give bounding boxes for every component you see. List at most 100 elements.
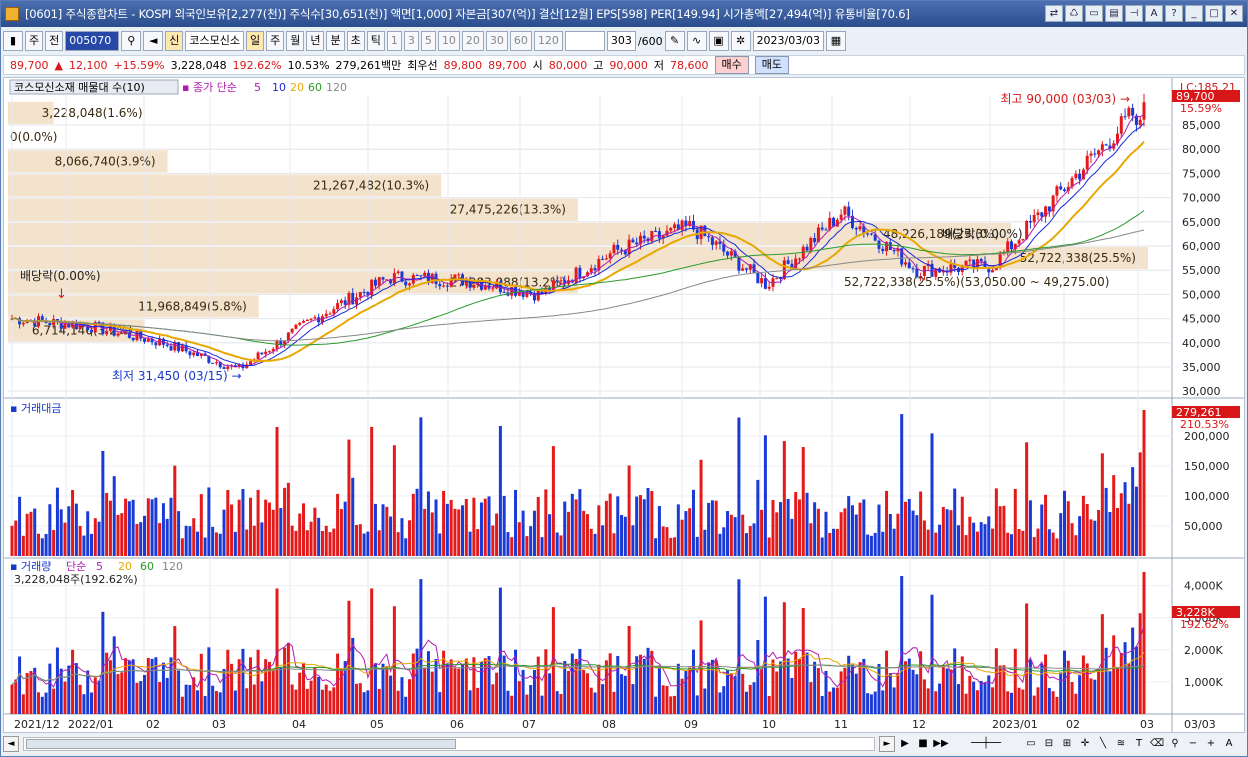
zoom-slider[interactable]: ──┼── (951, 736, 1021, 752)
volume-bar (408, 679, 412, 714)
scroll-thumb[interactable] (26, 739, 456, 749)
volume-bar (377, 688, 381, 714)
calendar-icon[interactable]: ▦ (825, 31, 846, 51)
indicator-icon[interactable]: ∿ (686, 31, 707, 51)
bar-count-input[interactable]: 303 (606, 31, 636, 51)
amount-bar (938, 524, 942, 556)
font-size-icon[interactable]: A (1221, 736, 1237, 752)
volume-bar (1078, 675, 1082, 714)
period-week[interactable]: 주 (266, 31, 285, 51)
price-tick-label: 80,000 (1182, 143, 1221, 156)
font-icon[interactable]: A (1145, 5, 1163, 22)
amount-bar (915, 515, 919, 556)
interval-custom-input[interactable] (564, 31, 605, 51)
volume-bar (203, 696, 207, 714)
maximize-button[interactable]: □ (1205, 5, 1223, 22)
period-second[interactable]: 초 (346, 31, 365, 51)
candle-body (188, 351, 192, 356)
chart-area[interactable]: 3,228,048(1.6%) 0(0.0%) 8,066,740(3.9%) 21,… (3, 77, 1245, 733)
prev-button[interactable]: 전 (45, 31, 64, 51)
amount-bar (680, 519, 684, 556)
candle-body (979, 259, 983, 262)
pin-icon[interactable]: ⊣ (1125, 5, 1143, 22)
speaker-icon[interactable]: ◄ (143, 31, 164, 51)
amount-bar (449, 499, 453, 556)
buy-button[interactable]: 매수 (714, 56, 749, 74)
fast-forward-icon[interactable]: ▶▶ (933, 736, 949, 752)
amount-bar (930, 433, 934, 556)
period-year[interactable]: 년 (306, 31, 325, 51)
line-icon[interactable]: ╲ (1095, 736, 1111, 752)
search-icon[interactable]: ⚲ (121, 31, 142, 51)
scroll-track[interactable] (23, 737, 875, 751)
minus-icon[interactable]: − (1185, 736, 1201, 752)
volume-bar (252, 684, 256, 714)
save-icon[interactable]: ▣ (708, 31, 729, 51)
volume-bar (972, 681, 976, 714)
volume-bar (71, 649, 75, 714)
interval-10[interactable]: 10 (437, 31, 460, 51)
period-tick[interactable]: 틱 (366, 31, 385, 51)
period-minute[interactable]: 분 (326, 31, 345, 51)
amount-bar (782, 441, 786, 556)
amount-bar (790, 518, 794, 556)
amount-bar (975, 531, 979, 556)
window-icon[interactable]: ▭ (1085, 5, 1103, 22)
interval-1[interactable]: 1 (386, 31, 402, 51)
interval-30[interactable]: 30 (485, 31, 508, 51)
period-month[interactable]: 월 (286, 31, 305, 51)
period-day[interactable]: 일 (245, 31, 265, 51)
stop-icon[interactable]: ■ (915, 736, 931, 752)
amount-bar (1044, 494, 1048, 556)
zoom-out-icon[interactable]: ⚲ (1167, 736, 1183, 752)
sell-button[interactable]: 매도 (754, 56, 790, 74)
price-tick-label: 65,000 (1182, 216, 1221, 229)
ma-period: 60 (308, 81, 322, 94)
scroll-right-button[interactable]: ► (879, 736, 895, 752)
print-icon[interactable]: ▤ (1105, 5, 1123, 22)
interval-20[interactable]: 20 (461, 31, 484, 51)
volume-bar (1055, 696, 1059, 714)
stock-name-field[interactable]: 코스모신소 (185, 31, 244, 51)
scroll-left-button[interactable]: ◄ (3, 736, 19, 752)
amount-bar (960, 496, 964, 556)
crosshair-icon[interactable]: ✛ (1077, 736, 1093, 752)
plus-icon[interactable]: + (1203, 736, 1219, 752)
date-input[interactable]: 2023/03/03 (752, 31, 824, 51)
interval-60[interactable]: 60 (509, 31, 532, 51)
help-icon[interactable]: ? (1165, 5, 1183, 22)
interval-120[interactable]: 120 (533, 31, 563, 51)
amount-bar (457, 509, 461, 556)
chart-type-icon[interactable]: ▮ (3, 31, 23, 51)
amount-bar (813, 502, 817, 556)
amount-bar (67, 506, 71, 556)
erase-icon[interactable]: ⌫ (1149, 736, 1165, 752)
fib-icon[interactable]: ≋ (1113, 736, 1129, 752)
play-icon[interactable]: ▶ (897, 736, 913, 752)
amount-bar (1138, 452, 1142, 556)
amount-bar (408, 520, 412, 556)
lock-icon[interactable]: ♺ (1065, 5, 1083, 22)
interval-5[interactable]: 5 (420, 31, 436, 51)
amount-bar (1097, 510, 1101, 556)
amount-bar (370, 426, 374, 556)
volume-title: ▪ 거래량 (10, 560, 51, 573)
candle-body (710, 237, 714, 245)
split-icon[interactable]: ⊟ (1041, 736, 1057, 752)
amount-bar (400, 518, 404, 556)
link-icon[interactable]: ⇄ (1045, 5, 1063, 22)
layout-icon[interactable]: ▭ (1023, 736, 1039, 752)
stock-code-input[interactable]: 005070 (65, 31, 120, 51)
bar-count-total: /600 (637, 34, 663, 48)
close-button[interactable]: ✕ (1225, 5, 1243, 22)
draw-tool-icon[interactable]: ✎ (664, 31, 685, 51)
settings-icon[interactable]: ✲ (730, 31, 751, 51)
amount-tick-label: 50,000 (1184, 520, 1223, 533)
minimize-button[interactable]: _ (1185, 5, 1203, 22)
text-icon[interactable]: T (1131, 736, 1147, 752)
amount-bar (188, 526, 192, 556)
grid-icon[interactable]: ⊞ (1059, 736, 1075, 752)
chart-svg[interactable]: 3,228,048(1.6%) 0(0.0%) 8,066,740(3.9%) 21,… (4, 78, 1244, 732)
period-select[interactable]: 주 (25, 31, 44, 51)
interval-3[interactable]: 3 (403, 31, 419, 51)
